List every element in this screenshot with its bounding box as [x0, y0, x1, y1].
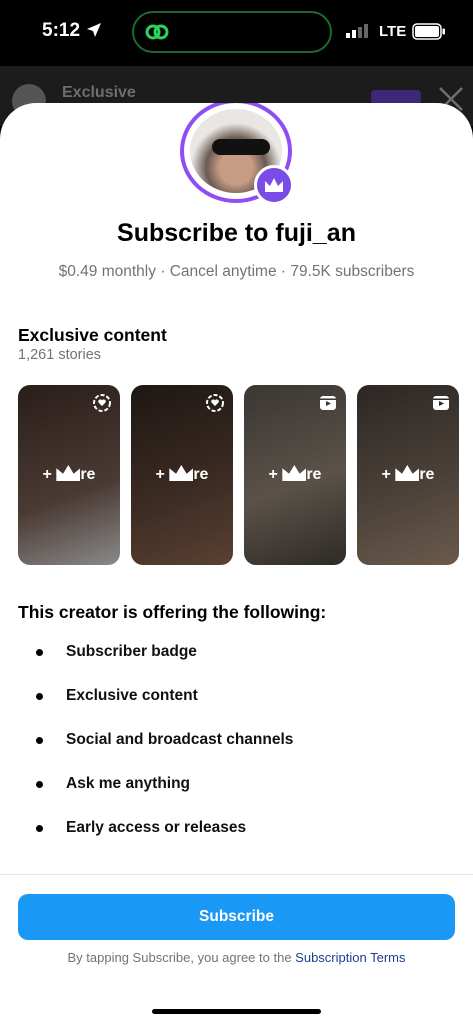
subscriber-crown-badge [254, 165, 294, 205]
home-indicator[interactable] [152, 1009, 321, 1014]
status-bar: 5:12 LTE [0, 0, 473, 64]
crown-icon [282, 465, 307, 481]
subscribe-button[interactable]: Subscribe [18, 894, 455, 940]
exclusive-content-title: Exclusive content [18, 325, 167, 345]
offers-title: This creator is offering the following: [18, 602, 327, 622]
card-plus: + [42, 466, 52, 483]
exclusive-card[interactable]: + re [244, 385, 346, 565]
divider [0, 874, 473, 875]
reel-icon [320, 396, 336, 410]
sheet-title: Subscribe to fuji_an [117, 219, 356, 247]
exclusive-card[interactable]: + re [131, 385, 233, 565]
cell-signal-icon [346, 24, 368, 38]
exclusive-card[interactable]: + re [18, 385, 120, 565]
dynamic-island [132, 11, 332, 53]
crown-icon [169, 465, 194, 481]
sheet-subtitle: $0.49 monthly · Cancel anytime · 79.5K s… [58, 263, 415, 280]
card-plus: + [155, 466, 165, 483]
offer-label: Subscriber badge [66, 643, 197, 660]
creator-avatar [180, 103, 294, 205]
bullet [36, 693, 43, 700]
story-circle-icon [93, 394, 111, 412]
bullet [36, 825, 43, 832]
card-plus: + [268, 466, 278, 483]
exclusive-card[interactable]: + re [357, 385, 459, 565]
background-title: Exclusive [62, 84, 136, 101]
exclusive-content-count: 1,261 stories [18, 347, 102, 363]
crown-icon [265, 178, 283, 192]
crown-icon [395, 465, 420, 481]
crown-icon [56, 465, 81, 481]
reel-icon [433, 396, 449, 410]
card-label: re [419, 466, 435, 483]
location-arrow-icon [87, 23, 101, 37]
bullet [36, 649, 43, 656]
terms-text: By tapping Subscribe, you agree to the S… [0, 950, 473, 965]
story-circle-icon [206, 394, 224, 412]
network-type: LTE [379, 23, 407, 40]
bullet [36, 781, 43, 788]
exclusive-cards: + re + re + re + re [18, 385, 473, 567]
card-label: re [80, 466, 96, 483]
terms-prefix: By tapping Subscribe, you agree to the [67, 950, 296, 965]
bullet [36, 737, 43, 744]
offer-label: Ask me anything [66, 775, 191, 792]
avatar-glasses [212, 139, 270, 155]
offer-label: Exclusive content [66, 687, 198, 704]
card-label: re [306, 466, 322, 483]
subscribe-sheet: Subscribe to fuji_an $0.49 monthly · Can… [0, 103, 473, 1024]
offer-label: Social and broadcast channels [66, 731, 294, 748]
offer-label: Early access or releases [66, 819, 247, 836]
link-icon [145, 24, 169, 40]
battery-icon [412, 23, 445, 40]
card-label: re [193, 466, 209, 483]
status-time: 5:12 [42, 20, 81, 41]
subscription-terms-link[interactable]: Subscription Terms [295, 950, 405, 965]
card-plus: + [381, 466, 391, 483]
